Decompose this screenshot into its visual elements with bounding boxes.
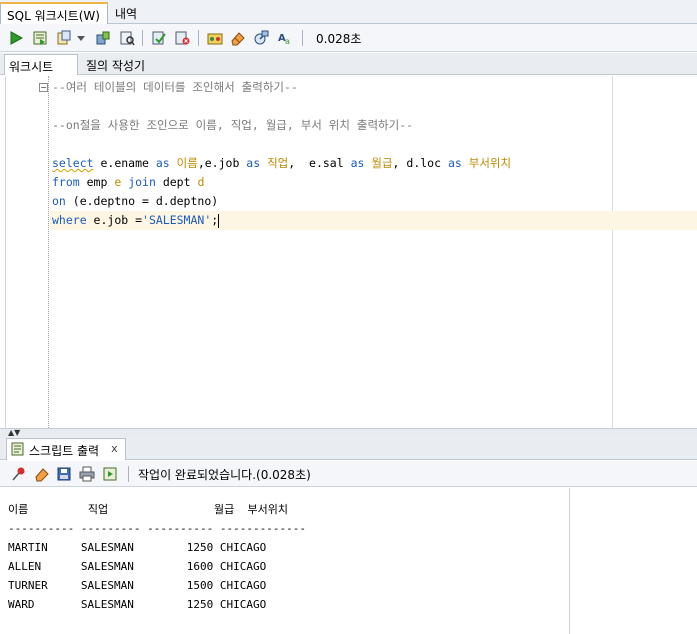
alias-d: d <box>197 175 205 189</box>
output-row: WARD SALESMAN 1250 CHICAGO <box>8 598 267 611</box>
fold-collapse-icon[interactable]: − <box>39 83 48 92</box>
keyword-as: as <box>246 156 261 170</box>
text-caret <box>218 213 220 228</box>
tab-history[interactable]: 내역 <box>109 2 143 24</box>
alias-sal: 월급 <box>371 156 393 170</box>
alias-job: 직업 <box>267 156 289 170</box>
elapsed-time: 0.028초 <box>316 32 362 46</box>
format-icon[interactable]: Aa <box>276 29 294 47</box>
output-separator-row: ---------- --------- ---------- --------… <box>8 522 307 535</box>
code-text: dept <box>155 175 198 189</box>
print-icon[interactable] <box>78 465 96 483</box>
tab-query-builder[interactable]: 질의 작성기 <box>82 54 149 75</box>
keyword-as: as <box>350 156 365 170</box>
output-margin-guide <box>569 488 570 634</box>
dropdown-icon[interactable] <box>76 29 86 47</box>
output-header-row: 이름 직업 월급 부서위치 <box>8 503 289 516</box>
sql-tuning-icon[interactable] <box>206 29 224 47</box>
code-text: ,e.job <box>197 156 247 170</box>
eraser-icon[interactable] <box>229 29 247 47</box>
script-output-label: 스크립트 출력 <box>29 444 100 458</box>
panel-splitter[interactable]: ▲▼ <box>0 428 697 437</box>
run-script-icon[interactable] <box>31 29 49 47</box>
explain-plan-icon[interactable] <box>118 29 136 47</box>
output-toolbar: 작업이 완료되었습니다.(0.028초) <box>0 461 697 487</box>
code-comment-line-1: --여러 테이블의 데이터를 조인해서 출력하기-- <box>52 80 298 94</box>
code-text: (e.deptno = d.deptno) <box>65 194 219 208</box>
string-literal: 'SALESMAN' <box>142 213 212 227</box>
code-text: ; <box>211 213 219 227</box>
code-text: e.ename <box>93 156 156 170</box>
save-icon[interactable] <box>55 465 73 483</box>
close-icon[interactable]: x <box>111 442 118 455</box>
run-icon[interactable] <box>7 29 25 47</box>
code-line-on: on (e.deptno = d.deptno) <box>52 192 218 211</box>
alias-loc: 부서위치 <box>468 156 512 170</box>
code-text: , d.loc <box>392 156 448 170</box>
export-icon[interactable] <box>101 465 119 483</box>
tab-script-output[interactable]: 스크립트 출력 x <box>6 438 126 460</box>
tab-sql-worksheet[interactable]: SQL 워크시트(W) <box>0 2 108 24</box>
keyword-as: as <box>155 156 170 170</box>
code-line-where: where e.job ='SALESMAN'; <box>52 211 220 230</box>
code-text: e.job = <box>86 213 143 227</box>
gutter-guide <box>48 76 49 428</box>
clear-icon[interactable] <box>33 465 51 483</box>
output-status: 작업이 완료되었습니다.(0.028초) <box>138 468 311 482</box>
output-row: MARTIN SALESMAN 1250 CHICAGO <box>8 541 267 554</box>
tab-worksheet[interactable]: 워크시트 <box>4 54 78 75</box>
alias-name: 이름 <box>176 156 198 170</box>
keyword-join: join <box>128 175 156 189</box>
keyword-where: where <box>52 213 87 227</box>
worksheet-toolbar: Aa 0.028초 <box>0 24 697 52</box>
commit-icon[interactable] <box>55 29 73 47</box>
pin-icon[interactable] <box>10 465 28 483</box>
keyword-on: on <box>52 194 66 208</box>
code-line-select: select e.ename as 이름,e.job as 직업, e.sal … <box>52 154 511 173</box>
editor-sub-tabs: 워크시트 질의 작성기 <box>0 53 697 75</box>
script-output-icon <box>11 442 25 459</box>
commit-check-icon[interactable] <box>150 29 168 47</box>
monitor-icon[interactable] <box>252 29 270 47</box>
keyword-as: as <box>447 156 462 170</box>
keyword-from: from <box>52 175 80 189</box>
code-line-from: from emp e join dept d <box>52 173 204 192</box>
autotrace-icon[interactable] <box>94 29 112 47</box>
output-row: ALLEN SALESMAN 1600 CHICAGO <box>8 560 267 573</box>
svg-text:a: a <box>285 37 290 46</box>
rollback-icon[interactable] <box>173 29 191 47</box>
script-output-area[interactable]: 이름 직업 월급 부서위치 ---------- --------- -----… <box>0 488 697 634</box>
code-text: , e.sal <box>288 156 351 170</box>
worksheet-tab-strip: SQL 워크시트(W) 내역 <box>0 0 697 24</box>
code-text: emp <box>79 175 115 189</box>
code-comment-line-2: --on절을 사용한 조인으로 이름, 직업, 월급, 부서 위치 출력하기-- <box>52 118 414 132</box>
right-margin-guide <box>612 76 613 428</box>
keyword-select: select <box>52 156 94 170</box>
output-tab-strip: 스크립트 출력 x <box>0 436 697 460</box>
sql-editor[interactable]: − --여러 테이블의 데이터를 조인해서 출력하기-- --on절을 사용한 … <box>5 76 697 428</box>
output-row: TURNER SALESMAN 1500 CHICAGO <box>8 579 267 592</box>
